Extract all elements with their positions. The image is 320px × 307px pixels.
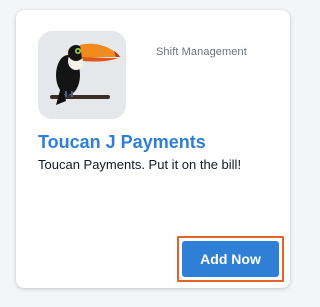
integration-title[interactable]: Toucan J Payments (38, 132, 206, 153)
add-now-button[interactable]: Add Now (182, 241, 279, 277)
integration-description: Toucan Payments. Put it on the bill! (38, 157, 242, 172)
category-label: Shift Management (156, 46, 247, 58)
toucan-logo-icon (38, 31, 126, 119)
